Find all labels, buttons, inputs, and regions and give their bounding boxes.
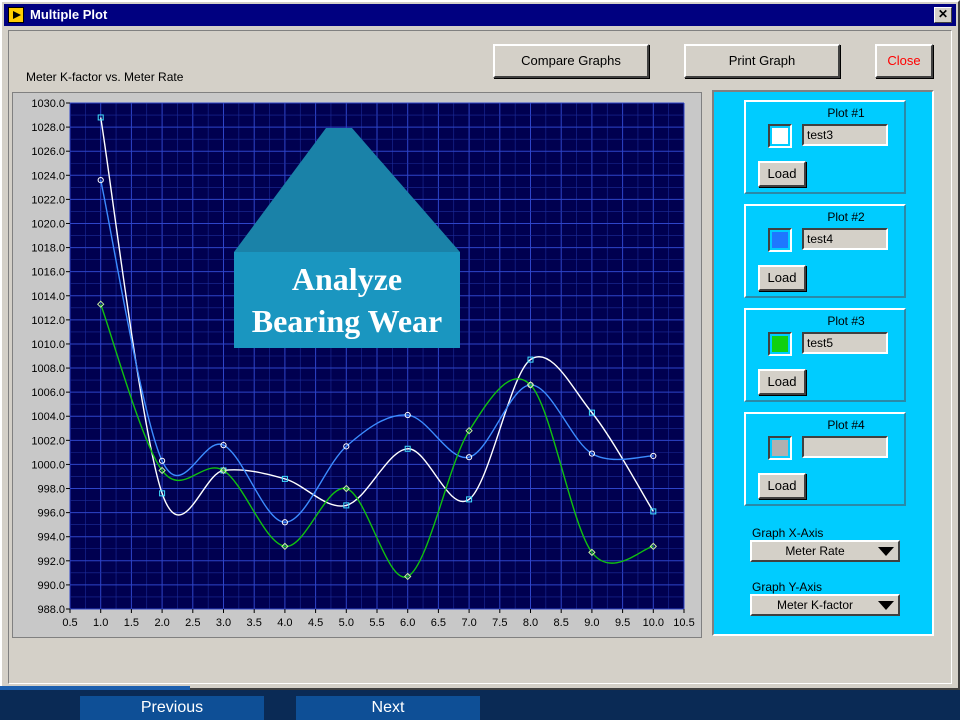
print-graph-button[interactable]: Print Graph bbox=[684, 44, 840, 78]
plot-2-color-swatch[interactable] bbox=[768, 228, 792, 252]
plot-1-color-swatch[interactable] bbox=[768, 124, 792, 148]
y-tick-label: 1024.0 bbox=[31, 170, 65, 182]
analyze-callout: Analyze Bearing Wear bbox=[234, 128, 460, 348]
graph-y-axis-select[interactable]: Meter K-factor bbox=[750, 594, 900, 616]
plot-1-name-field[interactable]: test3 bbox=[802, 124, 888, 146]
plot-4-color bbox=[772, 440, 788, 456]
x-tick-label: 10.0 bbox=[643, 617, 664, 629]
plot-2-name-field[interactable]: test4 bbox=[802, 228, 888, 250]
x-tick-label: 5.0 bbox=[339, 617, 354, 629]
y-tick-label: 1002.0 bbox=[31, 435, 65, 447]
y-tick-label: 1004.0 bbox=[31, 411, 65, 423]
graph-y-axis-label: Graph Y-Axis bbox=[752, 580, 823, 594]
next-button[interactable]: Next bbox=[296, 696, 480, 720]
plot-1-load-button[interactable]: Load bbox=[758, 161, 806, 187]
plot-1-label: Plot #1 bbox=[827, 106, 865, 120]
app-icon bbox=[8, 7, 24, 23]
plot-3-name-field[interactable]: test5 bbox=[802, 332, 888, 354]
plot-3-load-button[interactable]: Load bbox=[758, 369, 806, 395]
y-tick-label: 1010.0 bbox=[31, 339, 65, 351]
y-tick-label: 994.0 bbox=[37, 532, 65, 544]
window-title: Multiple Plot bbox=[30, 7, 108, 22]
x-tick-label: 1.0 bbox=[93, 617, 108, 629]
x-tick-label: 4.5 bbox=[308, 617, 323, 629]
plot-1-box: Plot #1 test3 Load bbox=[744, 100, 906, 194]
plot-panel: Plot #1 test3 Load Plot #2 test4 Load Pl… bbox=[712, 90, 934, 636]
plot-1-color bbox=[772, 128, 788, 144]
chart-title: Meter K-factor vs. Meter Rate bbox=[26, 70, 184, 84]
x-tick-label: 4.0 bbox=[277, 617, 292, 629]
x-tick-label: 2.5 bbox=[185, 617, 200, 629]
plot-3-box: Plot #3 test5 Load bbox=[744, 308, 906, 402]
y-tick-label: 998.0 bbox=[37, 484, 65, 496]
y-tick-label: 1014.0 bbox=[31, 291, 65, 303]
x-tick-label: 8.5 bbox=[554, 617, 569, 629]
graph-x-axis-label: Graph X-Axis bbox=[752, 526, 824, 540]
plot-4-box: Plot #4 Load bbox=[744, 412, 906, 506]
y-tick-label: 1006.0 bbox=[31, 387, 65, 399]
callout-text: Analyze Bearing Wear bbox=[251, 261, 443, 339]
x-tick-label: 9.0 bbox=[584, 617, 599, 629]
close-button[interactable]: Close bbox=[875, 44, 933, 78]
y-tick-label: 1026.0 bbox=[31, 146, 65, 158]
x-tick-label: 9.5 bbox=[615, 617, 630, 629]
y-tick-label: 996.0 bbox=[37, 508, 65, 520]
x-tick-label: 7.5 bbox=[492, 617, 507, 629]
title-bar[interactable]: Multiple Plot ✕ bbox=[4, 4, 956, 26]
plot-2-label: Plot #2 bbox=[827, 210, 865, 224]
graph-y-axis-value: Meter K-factor bbox=[776, 598, 854, 612]
window-close-button[interactable]: ✕ bbox=[934, 7, 952, 23]
y-tick-label: 992.0 bbox=[37, 556, 65, 568]
y-tick-label: 1000.0 bbox=[31, 459, 65, 471]
plot-4-color-swatch[interactable] bbox=[768, 436, 792, 460]
y-tick-label: 1018.0 bbox=[31, 243, 65, 255]
graph-x-axis-value: Meter Rate bbox=[785, 544, 845, 558]
y-tick-label: 988.0 bbox=[37, 604, 65, 616]
plot-4-load-button[interactable]: Load bbox=[758, 473, 806, 499]
plot-4-name-field[interactable] bbox=[802, 436, 888, 458]
x-tick-label: 2.0 bbox=[154, 617, 169, 629]
y-tick-label: 990.0 bbox=[37, 580, 65, 592]
y-tick-label: 1008.0 bbox=[31, 363, 65, 375]
y-tick-label: 1016.0 bbox=[31, 267, 65, 279]
slide-nav-bar: Previous Next bbox=[0, 690, 960, 720]
y-tick-label: 1020.0 bbox=[31, 218, 65, 230]
previous-button[interactable]: Previous bbox=[80, 696, 264, 720]
plot-2-load-button[interactable]: Load bbox=[758, 265, 806, 291]
plot-3-label: Plot #3 bbox=[827, 314, 865, 328]
x-tick-label: 6.0 bbox=[400, 617, 415, 629]
y-tick-label: 1022.0 bbox=[31, 194, 65, 206]
plot-4-label: Plot #4 bbox=[827, 418, 865, 432]
y-tick-label: 1030.0 bbox=[31, 98, 65, 110]
callout-body: Analyze Bearing Wear bbox=[234, 252, 460, 348]
x-tick-label: 5.5 bbox=[369, 617, 384, 629]
y-tick-label: 1012.0 bbox=[31, 315, 65, 327]
y-tick-label: 1028.0 bbox=[31, 122, 65, 134]
x-tick-label: 10.5 bbox=[673, 617, 694, 629]
x-tick-label: 8.0 bbox=[523, 617, 538, 629]
plot-3-color bbox=[772, 336, 788, 352]
app-window: Multiple Plot ✕ Compare Graphs Print Gra… bbox=[0, 0, 960, 690]
x-tick-label: 3.0 bbox=[216, 617, 231, 629]
callout-roof-shape bbox=[234, 128, 460, 252]
x-tick-label: 7.0 bbox=[461, 617, 476, 629]
plot-2-color bbox=[772, 232, 788, 248]
x-tick-label: 6.5 bbox=[431, 617, 446, 629]
x-tick-label: 1.5 bbox=[124, 617, 139, 629]
compare-graphs-button[interactable]: Compare Graphs bbox=[493, 44, 649, 78]
plot-2-box: Plot #2 test4 Load bbox=[744, 204, 906, 298]
x-tick-label: 3.5 bbox=[247, 617, 262, 629]
plot-3-color-swatch[interactable] bbox=[768, 332, 792, 356]
dropdown-arrow-icon[interactable] bbox=[876, 598, 896, 612]
graph-x-axis-select[interactable]: Meter Rate bbox=[750, 540, 900, 562]
dropdown-arrow-icon[interactable] bbox=[876, 544, 896, 558]
callout-roof bbox=[234, 128, 460, 252]
x-tick-label: 0.5 bbox=[62, 617, 77, 629]
